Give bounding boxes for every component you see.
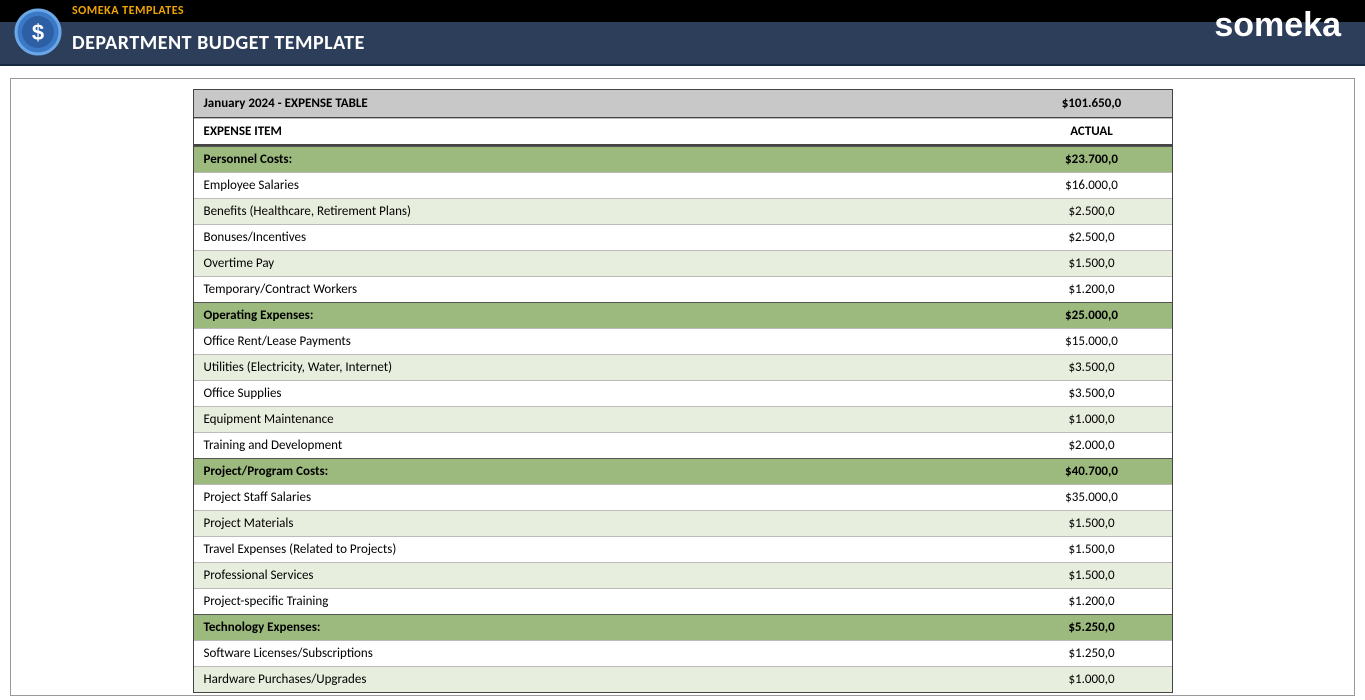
- item-value: $3.500,0: [1012, 355, 1172, 380]
- category-row: Operating Expenses:$25.000,0: [194, 302, 1172, 328]
- item-value: $1.000,0: [1012, 667, 1172, 692]
- category-label: Technology Expenses:: [194, 615, 1012, 640]
- item-label: Bonuses/Incentives: [194, 225, 1012, 250]
- table-row: Project Materials$1.500,0: [194, 510, 1172, 536]
- item-label: Travel Expenses (Related to Projects): [194, 537, 1012, 562]
- table-row: Project Staff Salaries$35.000,0: [194, 484, 1172, 510]
- table-row: Office Rent/Lease Payments$15.000,0: [194, 328, 1172, 354]
- item-value: $3.500,0: [1012, 381, 1172, 406]
- topbar-blue: DEPARTMENT BUDGET TEMPLATE: [0, 22, 1365, 66]
- table-total: $101.650,0: [1012, 90, 1172, 117]
- item-value: $2.000,0: [1012, 433, 1172, 458]
- item-label: Office Supplies: [194, 381, 1012, 406]
- item-value: $1.500,0: [1012, 511, 1172, 536]
- item-value: $2.500,0: [1012, 225, 1172, 250]
- category-row: Project/Program Costs:$40.700,0: [194, 458, 1172, 484]
- table-row: Temporary/Contract Workers$1.200,0: [194, 276, 1172, 302]
- item-value: $1.000,0: [1012, 407, 1172, 432]
- item-label: Software Licenses/Subscriptions: [194, 641, 1012, 666]
- brand-logo: someka: [1214, 6, 1341, 45]
- item-label: Project Staff Salaries: [194, 485, 1012, 510]
- col-header-actual: ACTUAL: [1012, 119, 1172, 144]
- item-label: Hardware Purchases/Upgrades: [194, 667, 1012, 692]
- category-label: Operating Expenses:: [194, 303, 1012, 328]
- item-label: Training and Development: [194, 433, 1012, 458]
- table-row: Travel Expenses (Related to Projects)$1.…: [194, 536, 1172, 562]
- category-label: Project/Program Costs:: [194, 459, 1012, 484]
- table-column-header-row: EXPENSE ITEM ACTUAL: [194, 118, 1172, 146]
- table-row: Hardware Purchases/Upgrades$1.000,0: [194, 666, 1172, 692]
- item-label: Project-specific Training: [194, 589, 1012, 614]
- item-label: Utilities (Electricity, Water, Internet): [194, 355, 1012, 380]
- item-label: Office Rent/Lease Payments: [194, 329, 1012, 354]
- dollar-coin-icon: $: [14, 8, 62, 56]
- item-value: $1.200,0: [1012, 277, 1172, 302]
- table-row: Software Licenses/Subscriptions$1.250,0: [194, 640, 1172, 666]
- table-row: Project-specific Training$1.200,0: [194, 588, 1172, 614]
- svg-text:$: $: [32, 20, 44, 45]
- item-value: $15.000,0: [1012, 329, 1172, 354]
- page-title: DEPARTMENT BUDGET TEMPLATE: [72, 31, 365, 55]
- item-value: $16.000,0: [1012, 173, 1172, 198]
- sheet-area: January 2024 - EXPENSE TABLE $101.650,0 …: [10, 78, 1355, 696]
- category-row: Technology Expenses:$5.250,0: [194, 614, 1172, 640]
- col-header-item: EXPENSE ITEM: [194, 119, 1012, 144]
- category-label: Personnel Costs:: [194, 147, 1012, 172]
- table-row: Office Supplies$3.500,0: [194, 380, 1172, 406]
- table-row: Bonuses/Incentives$2.500,0: [194, 224, 1172, 250]
- table-row: Training and Development$2.000,0: [194, 432, 1172, 458]
- item-label: Overtime Pay: [194, 251, 1012, 276]
- table-title: January 2024 - EXPENSE TABLE: [194, 90, 1012, 117]
- item-value: $1.250,0: [1012, 641, 1172, 666]
- category-row: Personnel Costs:$23.700,0: [194, 146, 1172, 172]
- item-label: Project Materials: [194, 511, 1012, 536]
- table-row: Benefits (Healthcare, Retirement Plans)$…: [194, 198, 1172, 224]
- item-label: Benefits (Healthcare, Retirement Plans): [194, 199, 1012, 224]
- item-value: $1.500,0: [1012, 251, 1172, 276]
- table-row: Employee Salaries$16.000,0: [194, 172, 1172, 198]
- item-label: Employee Salaries: [194, 173, 1012, 198]
- item-value: $1.200,0: [1012, 589, 1172, 614]
- category-subtotal: $40.700,0: [1012, 459, 1172, 484]
- item-label: Temporary/Contract Workers: [194, 277, 1012, 302]
- category-subtotal: $5.250,0: [1012, 615, 1172, 640]
- topbar-black: SOMEKA TEMPLATES: [0, 0, 1365, 22]
- item-label: Equipment Maintenance: [194, 407, 1012, 432]
- expense-table: January 2024 - EXPENSE TABLE $101.650,0 …: [193, 89, 1173, 693]
- item-value: $1.500,0: [1012, 537, 1172, 562]
- item-value: $1.500,0: [1012, 563, 1172, 588]
- category-subtotal: $23.700,0: [1012, 147, 1172, 172]
- table-title-row: January 2024 - EXPENSE TABLE $101.650,0: [194, 90, 1172, 118]
- category-subtotal: $25.000,0: [1012, 303, 1172, 328]
- table-row: Overtime Pay$1.500,0: [194, 250, 1172, 276]
- table-row: Utilities (Electricity, Water, Internet)…: [194, 354, 1172, 380]
- table-row: Equipment Maintenance$1.000,0: [194, 406, 1172, 432]
- brand-small-label: SOMEKA TEMPLATES: [72, 4, 184, 18]
- table-row: Professional Services$1.500,0: [194, 562, 1172, 588]
- item-value: $35.000,0: [1012, 485, 1172, 510]
- item-value: $2.500,0: [1012, 199, 1172, 224]
- item-label: Professional Services: [194, 563, 1012, 588]
